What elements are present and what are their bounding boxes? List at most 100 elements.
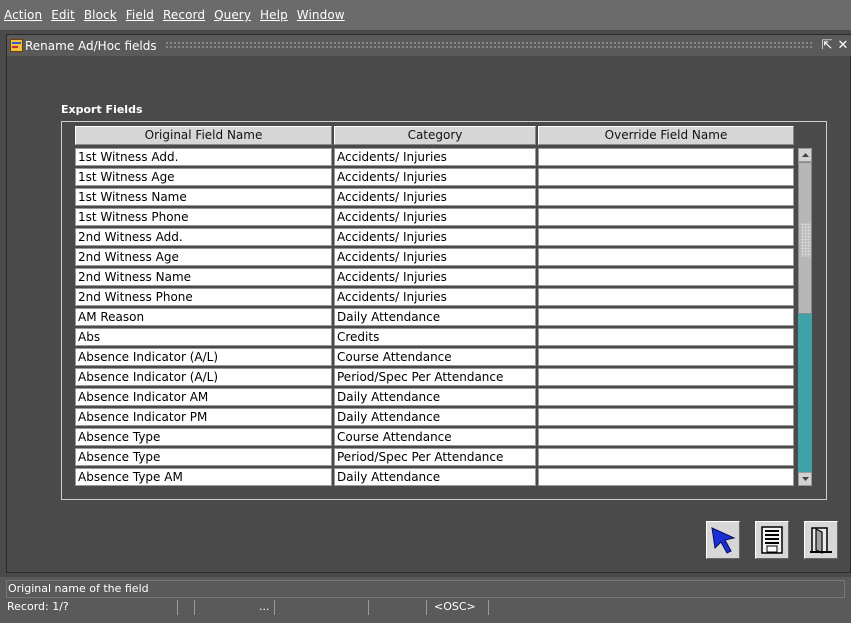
override-field-name-input[interactable] bbox=[538, 308, 794, 326]
column-header-override: Override Field Name bbox=[538, 126, 794, 145]
original-field-name-cell[interactable]: Absence Type bbox=[75, 428, 332, 446]
status-bar: Original name of the field Record: 1/? .… bbox=[0, 577, 851, 623]
override-field-name-input[interactable] bbox=[538, 228, 794, 246]
menu-edit-label: Edit bbox=[51, 8, 75, 22]
window-titlebar: Rename Ad/Hoc fields ⇱ ✕ bbox=[7, 35, 851, 56]
column-header-category: Category bbox=[334, 126, 536, 145]
save-button[interactable] bbox=[755, 521, 789, 559]
menu-edit[interactable]: Edit bbox=[51, 8, 75, 22]
menu-action[interactable]: Action bbox=[4, 8, 42, 22]
category-cell[interactable]: Period/Spec Per Attendance bbox=[334, 448, 536, 466]
close-icon[interactable]: ✕ bbox=[836, 38, 850, 53]
category-cell[interactable]: Course Attendance bbox=[334, 348, 536, 366]
scroll-down-button[interactable] bbox=[798, 472, 812, 486]
menu-record[interactable]: Record bbox=[163, 8, 205, 22]
original-field-name-cell[interactable]: 1st Witness Phone bbox=[75, 208, 332, 226]
original-field-name-cell[interactable]: 2nd Witness Age bbox=[75, 248, 332, 266]
override-field-name-input[interactable] bbox=[538, 248, 794, 266]
scroll-grip bbox=[801, 223, 811, 257]
form-window: Rename Ad/Hoc fields ⇱ ✕ Export Fields O… bbox=[6, 34, 851, 573]
scroll-thumb[interactable] bbox=[798, 162, 812, 314]
menu-query-label: Query bbox=[214, 8, 252, 22]
override-field-name-input[interactable] bbox=[538, 468, 794, 486]
original-field-name-cell[interactable]: Absence Indicator (A/L) bbox=[75, 348, 332, 366]
override-field-name-input[interactable] bbox=[538, 428, 794, 446]
menu-window-label: Window bbox=[296, 8, 345, 22]
scroll-track[interactable] bbox=[798, 162, 812, 472]
menu-help[interactable]: Help bbox=[260, 8, 288, 22]
override-field-name-input[interactable] bbox=[538, 288, 794, 306]
menu-window[interactable]: Window bbox=[297, 8, 345, 22]
override-field-name-input[interactable] bbox=[538, 368, 794, 386]
exit-button[interactable] bbox=[804, 521, 838, 559]
category-cell[interactable]: Course Attendance bbox=[334, 428, 536, 446]
original-field-name-cell[interactable]: Abs bbox=[75, 328, 332, 346]
menu-field-label: Field bbox=[125, 8, 154, 22]
form-icon bbox=[9, 39, 23, 53]
category-cell[interactable]: Period/Spec Per Attendance bbox=[334, 368, 536, 386]
category-cell[interactable]: Accidents/ Injuries bbox=[334, 248, 536, 266]
status-divider bbox=[274, 600, 275, 615]
category-cell[interactable]: Accidents/ Injuries bbox=[334, 208, 536, 226]
category-cell[interactable]: Daily Attendance bbox=[334, 468, 536, 486]
override-field-name-input[interactable] bbox=[538, 188, 794, 206]
chevron-up-icon bbox=[801, 153, 809, 157]
menu-field[interactable]: Field bbox=[126, 8, 154, 22]
original-field-name-cell[interactable]: 1st Witness Add. bbox=[75, 148, 332, 166]
category-cell[interactable]: Daily Attendance bbox=[334, 408, 536, 426]
override-field-name-input[interactable] bbox=[538, 148, 794, 166]
menu-record-label: Record bbox=[163, 8, 206, 22]
override-field-name-input[interactable] bbox=[538, 168, 794, 186]
status-divider bbox=[488, 600, 489, 615]
status-divider bbox=[368, 600, 369, 615]
override-field-name-input[interactable] bbox=[538, 448, 794, 466]
window-title: Rename Ad/Hoc fields bbox=[25, 38, 157, 53]
status-divider bbox=[194, 600, 195, 615]
category-cell[interactable]: Accidents/ Injuries bbox=[334, 188, 536, 206]
menu-block[interactable]: Block bbox=[84, 8, 117, 22]
original-field-name-cell[interactable]: 2nd Witness Name bbox=[75, 268, 332, 286]
menu-block-label: Block bbox=[83, 8, 117, 22]
original-field-name-cell[interactable]: 2nd Witness Add. bbox=[75, 228, 332, 246]
override-field-name-input[interactable] bbox=[538, 408, 794, 426]
section-label: Export Fields bbox=[61, 103, 143, 116]
category-cell[interactable]: Accidents/ Injuries bbox=[334, 228, 536, 246]
original-field-name-cell[interactable]: Absence Indicator PM bbox=[75, 408, 332, 426]
exit-door-icon bbox=[810, 527, 832, 554]
original-field-name-cell[interactable]: Absence Indicator AM bbox=[75, 388, 332, 406]
category-cell[interactable]: Accidents/ Injuries bbox=[334, 268, 536, 286]
original-field-name-cell[interactable]: Absence Type bbox=[75, 448, 332, 466]
original-field-name-cell[interactable]: 2nd Witness Phone bbox=[75, 288, 332, 306]
original-field-name-cell[interactable]: 1st Witness Name bbox=[75, 188, 332, 206]
override-field-name-input[interactable] bbox=[538, 268, 794, 286]
category-cell[interactable]: Accidents/ Injuries bbox=[334, 168, 536, 186]
category-cell[interactable]: Credits bbox=[334, 328, 536, 346]
restore-icon[interactable]: ⇱ bbox=[820, 38, 834, 53]
original-field-name-cell[interactable]: Absence Indicator (A/L) bbox=[75, 368, 332, 386]
category-cell[interactable]: Daily Attendance bbox=[334, 388, 536, 406]
chevron-down-icon bbox=[801, 477, 809, 481]
override-field-name-input[interactable] bbox=[538, 388, 794, 406]
osc-indicator: <OSC> bbox=[434, 600, 476, 613]
override-field-name-input[interactable] bbox=[538, 348, 794, 366]
original-field-name-cell[interactable]: 1st Witness Age bbox=[75, 168, 332, 186]
override-field-name-input[interactable] bbox=[538, 208, 794, 226]
menu-bar: Action Edit Block Field Record Query Hel… bbox=[0, 0, 851, 30]
category-cell[interactable]: Daily Attendance bbox=[334, 308, 536, 326]
original-field-name-cell[interactable]: AM Reason bbox=[75, 308, 332, 326]
category-cell[interactable]: Accidents/ Injuries bbox=[334, 288, 536, 306]
status-ellipsis: ... bbox=[259, 600, 270, 613]
category-cell[interactable]: Accidents/ Injuries bbox=[334, 148, 536, 166]
menu-query[interactable]: Query bbox=[214, 8, 251, 22]
status-hint: Original name of the field bbox=[6, 580, 845, 598]
pointer-arrow-icon bbox=[711, 527, 736, 554]
override-field-name-input[interactable] bbox=[538, 328, 794, 346]
menu-action-label: Action bbox=[4, 8, 43, 22]
save-icon bbox=[761, 526, 783, 554]
select-button[interactable] bbox=[706, 521, 740, 559]
scroll-up-button[interactable] bbox=[798, 148, 812, 162]
menu-help-label: Help bbox=[260, 8, 288, 22]
status-line: Record: 1/? ... <OSC> bbox=[6, 599, 845, 616]
original-field-name-cell[interactable]: Absence Type AM bbox=[75, 468, 332, 486]
vertical-scrollbar[interactable] bbox=[798, 148, 812, 486]
